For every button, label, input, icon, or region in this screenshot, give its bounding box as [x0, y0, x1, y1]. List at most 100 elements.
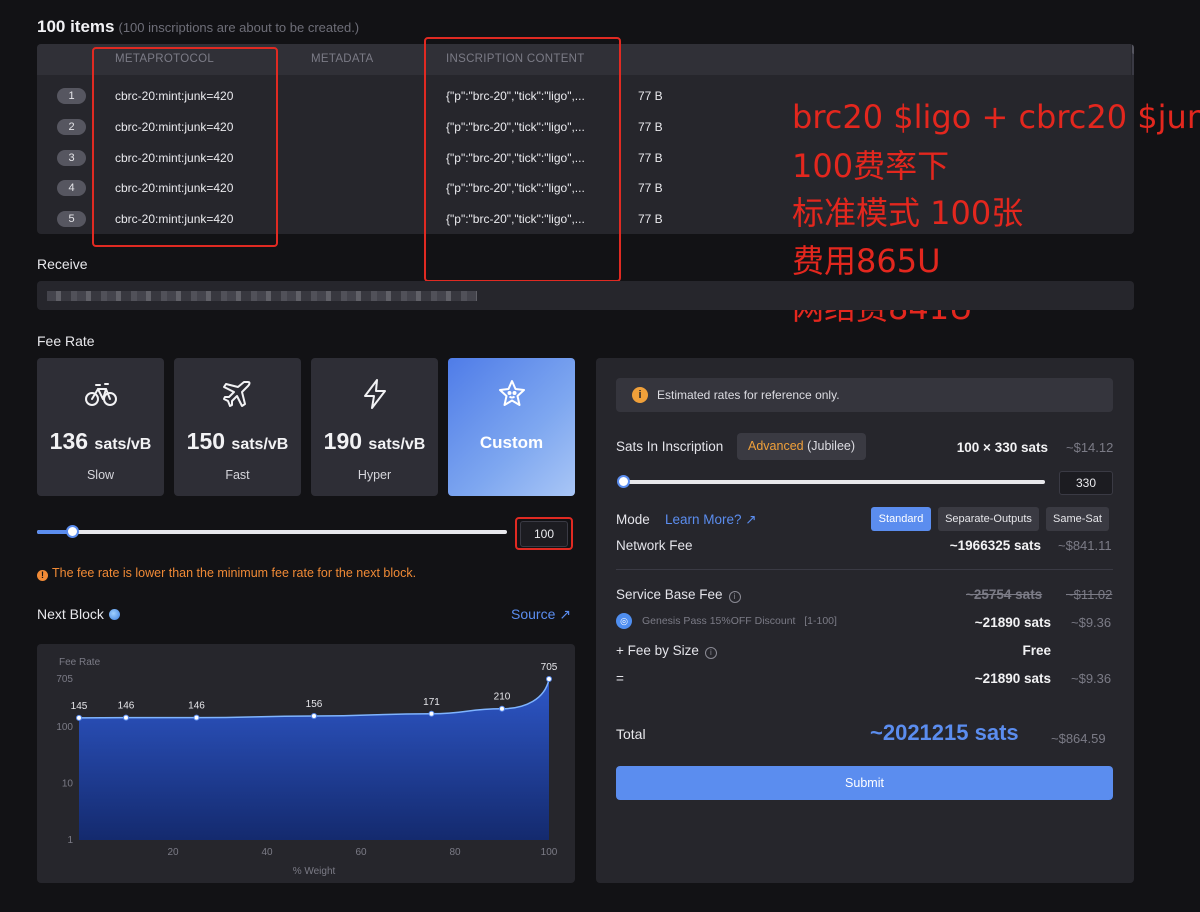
fee-rate-value: 190	[323, 428, 363, 454]
data-label: 146	[188, 701, 205, 712]
x-tick-label: 20	[167, 847, 179, 858]
y-tick-label: 705	[56, 674, 73, 685]
blurred-address	[47, 291, 477, 301]
row-size: 77 B	[638, 151, 663, 165]
data-label: 156	[306, 699, 323, 710]
data-point	[311, 713, 317, 720]
info-circle-icon[interactable]: i	[728, 591, 741, 603]
row-index: 1	[57, 88, 86, 104]
info-text: Estimated rates for reference only.	[657, 388, 840, 402]
row-index: 4	[57, 180, 86, 196]
fee-rate-value: 136	[49, 428, 89, 454]
info-icon: i	[632, 387, 648, 403]
network-fee-usd: ~$841.11	[1058, 538, 1112, 553]
service-base-fee-value: ~25754 sats	[966, 587, 1043, 602]
fee-card-custom[interactable]: Custom	[448, 358, 575, 496]
network-fee-value: ~1966325 sats	[949, 538, 1041, 553]
total-label: Total	[616, 726, 646, 742]
service-base-fee-usd: ~$11.02	[1066, 587, 1113, 602]
next-block-heading: Next Block	[37, 606, 120, 622]
mode-label: Mode	[616, 512, 650, 527]
x-tick-label: 60	[355, 847, 367, 858]
fee-speed-label: Slow	[86, 468, 115, 482]
annotation-line-3: 标准模式 100张	[792, 194, 1024, 232]
sats-slider-thumb[interactable]	[617, 475, 630, 488]
data-label: 171	[423, 697, 440, 708]
receive-label: Receive	[37, 256, 88, 272]
divider	[616, 569, 1113, 570]
y-tick-label: 1	[67, 835, 73, 846]
next-block-label: Next Block	[37, 606, 104, 622]
row-index: 5	[57, 211, 86, 227]
source-link[interactable]: Source ↗	[511, 606, 571, 623]
info-circle-icon[interactable]: i	[704, 647, 717, 659]
fee-card-hyper[interactable]: 190 sats/vB Hyper	[311, 358, 438, 496]
x-tick-label: 100	[541, 847, 558, 858]
service-base-fee-label: Service Base Fee i	[616, 587, 741, 603]
mode-separate-outputs-button[interactable]: Separate-Outputs	[938, 507, 1039, 531]
sats-in-inscription-value: 100 × 330 sats	[956, 440, 1048, 455]
equals-label: =	[616, 671, 624, 686]
y-tick-label: 100	[56, 722, 73, 733]
sats-slider[interactable]	[621, 480, 1045, 484]
items-subtitle: (100 inscriptions are about to be create…	[118, 20, 360, 35]
highlight-box-metaprotocol	[92, 47, 278, 247]
annotation-line-4: 费用865U	[792, 242, 941, 280]
annotation-line-1: brc20 $ligo + cbrc20 $junk	[792, 98, 1200, 136]
genesis-pass-label: Genesis Pass 15%OFF Discount	[642, 615, 796, 627]
x-axis-title: % Weight	[293, 866, 336, 877]
y-axis-title: Fee Rate	[59, 657, 101, 668]
fee-rate-chart-svg: Fee Rate 705 100 10 1 20 40 60 80 100 % Weight 145 1…	[56, 657, 558, 877]
submit-button[interactable]: Submit	[616, 766, 1113, 800]
fee-card-fast[interactable]: 150 sats/vB Fast	[174, 358, 301, 496]
fee-rate-value: 150	[186, 428, 226, 454]
fee-rate-slider-thumb[interactable]	[66, 525, 79, 538]
annotation-line-2: 100费率下	[792, 147, 950, 185]
row-size: 77 B	[638, 212, 663, 226]
fee-rate-slider[interactable]	[37, 530, 507, 534]
data-point	[428, 710, 435, 717]
fee-rate-label: Fee Rate	[37, 333, 95, 349]
fee-speed-label: Fast	[225, 468, 250, 482]
service-base-fee-text: Service Base Fee	[616, 587, 723, 602]
advanced-badge[interactable]: Advanced (Jubilee)	[737, 433, 867, 460]
fee-speed-label: Hyper	[357, 468, 392, 482]
sats-input[interactable]: 330	[1059, 471, 1113, 495]
mode-same-sat-button[interactable]: Same-Sat	[1046, 507, 1109, 531]
row-index: 2	[57, 119, 86, 135]
fee-rate-unit: sats/vB	[231, 436, 289, 453]
jubilee-label: (Jubilee)	[803, 439, 856, 453]
x-tick-label: 40	[261, 847, 273, 858]
genesis-discount-usd: ~$9.36	[1071, 615, 1112, 630]
advanced-label: Advanced	[748, 439, 804, 453]
row-size: 77 B	[638, 120, 663, 134]
learn-more-link[interactable]: Learn More? ↗	[665, 512, 757, 528]
genesis-pass-range: [1-100]	[804, 615, 837, 627]
fee-warning: ! The fee rate is lower than the minimum …	[37, 566, 416, 581]
equals-value: ~21890 sats	[974, 671, 1051, 686]
y-tick-label: 10	[62, 778, 74, 789]
items-count: 100 items	[37, 17, 115, 36]
sats-in-inscription-usd: ~$14.12	[1066, 440, 1114, 455]
fee-card-slow[interactable]: 136 sats/vB Slow	[37, 358, 164, 496]
receive-address-field[interactable]	[37, 281, 1134, 310]
mode-standard-button[interactable]: Standard	[871, 507, 931, 531]
fee-rate-input[interactable]: 100	[520, 521, 568, 547]
total-usd: ~$864.59	[1051, 731, 1106, 746]
globe-icon	[108, 609, 120, 620]
x-tick-label: 80	[449, 847, 461, 858]
highlight-box-content	[424, 37, 621, 282]
column-metadata: METADATA	[311, 53, 374, 65]
fee-rate-unit: sats/vB	[94, 436, 152, 453]
network-fee-label: Network Fee	[616, 538, 693, 553]
warning-icon: !	[37, 570, 48, 581]
airplane-icon	[174, 378, 301, 410]
custom-label: Custom	[479, 433, 544, 452]
data-label: 146	[118, 701, 135, 712]
data-label: 145	[71, 701, 88, 712]
table-scrollbar[interactable]	[1132, 44, 1134, 75]
bicycle-icon	[37, 378, 164, 410]
genesis-pass-discount: Genesis Pass 15%OFF Discount [1-100]	[642, 615, 837, 627]
lightning-icon	[311, 378, 438, 410]
data-point	[499, 705, 505, 712]
